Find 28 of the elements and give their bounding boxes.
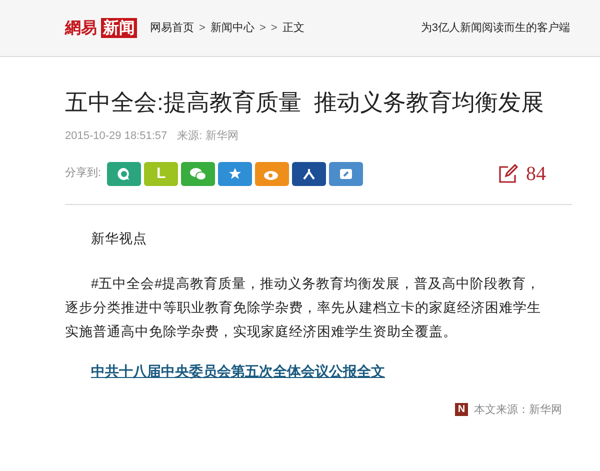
speech-bubble-icon [117, 166, 132, 180]
comment-link[interactable]: 84 [498, 158, 546, 188]
share-button[interactable] [218, 162, 252, 186]
breadcrumb-link[interactable]: 新闻中心 [210, 20, 254, 36]
source-label: 来源: 新华网 [177, 128, 238, 144]
breadcrumb-link[interactable]: 网易首页 [150, 20, 194, 36]
chat-icon [189, 166, 208, 180]
publish-time: 2015-10-29 18:51:57 [65, 129, 168, 144]
share-label: 分享到: [65, 166, 102, 182]
share-button[interactable] [329, 162, 364, 186]
share-button[interactable] [292, 162, 326, 186]
breadcrumb-separator: > [270, 20, 278, 36]
slogan: 为3亿人新闻阅读而生的客户端 [420, 20, 570, 36]
person-icon [302, 166, 316, 180]
article-title: 五中全会:提高教育质量 推动义务教育均衡发展 [65, 88, 546, 116]
breadcrumb-separator: > [259, 20, 266, 36]
breadcrumb-separator: > [199, 20, 206, 36]
logo[interactable]: 網易 新闻 [65, 16, 137, 40]
article-paragraph: #五中全会#提高教育质量，推动义务教育均衡发展，普及高中阶段教育，逐步分类推进中等职业教育免除学杂费，率先从建档立卡的家庭经济困难学生实施普通高中免除学杂费，实现家庭经济困难学生资助全覆盖。 [65, 274, 542, 340]
note-icon [339, 166, 354, 180]
article-paragraph: 新华视点 [90, 230, 148, 248]
letter-icon: L [156, 166, 166, 181]
article-source: 本文来源：新华网 [474, 402, 562, 418]
source-badge: N [455, 403, 468, 416]
edit-icon [498, 164, 518, 184]
article-link[interactable]: 中共十八届中央委员会第五次全体会议公报全文 [91, 364, 385, 380]
star-icon [228, 166, 242, 180]
breadcrumb-link[interactable]: 正文 [282, 20, 304, 36]
